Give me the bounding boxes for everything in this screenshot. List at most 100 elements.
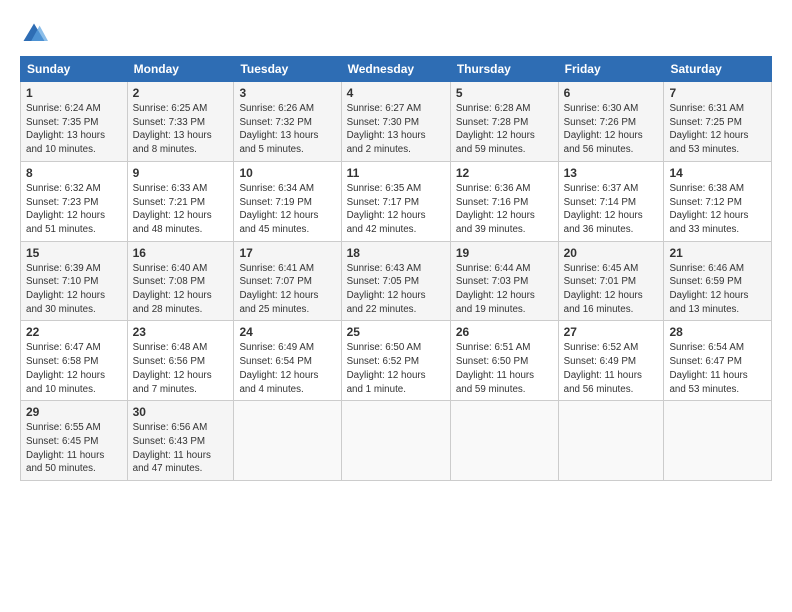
calendar-cell: 16 Sunrise: 6:40 AM Sunset: 7:08 PM Dayli… — [127, 241, 234, 321]
calendar-cell: 17 Sunrise: 6:41 AM Sunset: 7:07 PM Dayli… — [234, 241, 341, 321]
day-info: Sunrise: 6:44 AM Sunset: 7:03 PM Dayligh… — [456, 262, 553, 317]
day-number: 7 — [669, 86, 766, 100]
day-number: 14 — [669, 166, 766, 180]
calendar-day-header: Thursday — [450, 57, 558, 82]
calendar-day-header: Saturday — [664, 57, 772, 82]
calendar-cell: 7 Sunrise: 6:31 AM Sunset: 7:25 PM Daylig… — [664, 82, 772, 162]
day-info: Sunrise: 6:26 AM Sunset: 7:32 PM Dayligh… — [239, 102, 335, 157]
logo-icon — [20, 20, 48, 48]
day-number: 17 — [239, 246, 335, 260]
calendar-cell: 4 Sunrise: 6:27 AM Sunset: 7:30 PM Daylig… — [341, 82, 450, 162]
calendar-cell: 13 Sunrise: 6:37 AM Sunset: 7:14 PM Dayli… — [558, 161, 664, 241]
calendar-cell: 18 Sunrise: 6:43 AM Sunset: 7:05 PM Dayli… — [341, 241, 450, 321]
day-info: Sunrise: 6:25 AM Sunset: 7:33 PM Dayligh… — [133, 102, 229, 157]
day-number: 18 — [347, 246, 445, 260]
day-info: Sunrise: 6:43 AM Sunset: 7:05 PM Dayligh… — [347, 262, 445, 317]
day-info: Sunrise: 6:48 AM Sunset: 6:56 PM Dayligh… — [133, 341, 229, 396]
day-info: Sunrise: 6:41 AM Sunset: 7:07 PM Dayligh… — [239, 262, 335, 317]
calendar-cell: 3Sunrise: 6:26 AM Sunset: 7:32 PM Daylig… — [234, 82, 341, 162]
day-info: Sunrise: 6:34 AM Sunset: 7:19 PM Dayligh… — [239, 182, 335, 237]
day-number: 4 — [347, 86, 445, 100]
calendar-week-row: 29Sunrise: 6:55 AM Sunset: 6:45 PM Dayli… — [21, 401, 772, 481]
calendar-cell: 30 Sunrise: 6:56 AM Sunset: 6:43 PM Dayli… — [127, 401, 234, 481]
calendar-cell: 26 Sunrise: 6:51 AM Sunset: 6:50 PM Dayli… — [450, 321, 558, 401]
calendar-day-header: Wednesday — [341, 57, 450, 82]
calendar-cell: 24 Sunrise: 6:49 AM Sunset: 6:54 PM Dayli… — [234, 321, 341, 401]
calendar-cell: 23 Sunrise: 6:48 AM Sunset: 6:56 PM Dayli… — [127, 321, 234, 401]
day-number: 10 — [239, 166, 335, 180]
calendar-day-header: Friday — [558, 57, 664, 82]
calendar-cell: 11Sunrise: 6:35 AM Sunset: 7:17 PM Dayli… — [341, 161, 450, 241]
day-info: Sunrise: 6:49 AM Sunset: 6:54 PM Dayligh… — [239, 341, 335, 396]
calendar-header-row: SundayMondayTuesdayWednesdayThursdayFrid… — [21, 57, 772, 82]
calendar-cell — [664, 401, 772, 481]
day-number: 23 — [133, 325, 229, 339]
day-number: 13 — [564, 166, 659, 180]
calendar-day-header: Monday — [127, 57, 234, 82]
day-info: Sunrise: 6:24 AM Sunset: 7:35 PM Dayligh… — [26, 102, 122, 157]
day-info: Sunrise: 6:56 AM Sunset: 6:43 PM Dayligh… — [133, 421, 229, 476]
calendar-cell: 9 Sunrise: 6:33 AM Sunset: 7:21 PM Daylig… — [127, 161, 234, 241]
day-number: 28 — [669, 325, 766, 339]
day-number: 1 — [26, 86, 122, 100]
calendar-cell — [341, 401, 450, 481]
day-info: Sunrise: 6:38 AM Sunset: 7:12 PM Dayligh… — [669, 182, 766, 237]
day-info: Sunrise: 6:46 AM Sunset: 6:59 PM Dayligh… — [669, 262, 766, 317]
day-info: Sunrise: 6:33 AM Sunset: 7:21 PM Dayligh… — [133, 182, 229, 237]
calendar-cell: 27 Sunrise: 6:52 AM Sunset: 6:49 PM Dayli… — [558, 321, 664, 401]
calendar-cell: 22Sunrise: 6:47 AM Sunset: 6:58 PM Dayli… — [21, 321, 128, 401]
page: SundayMondayTuesdayWednesdayThursdayFrid… — [0, 0, 792, 612]
calendar-cell — [558, 401, 664, 481]
day-number: 20 — [564, 246, 659, 260]
calendar-cell: 2 Sunrise: 6:25 AM Sunset: 7:33 PM Daylig… — [127, 82, 234, 162]
day-number: 9 — [133, 166, 229, 180]
day-number: 19 — [456, 246, 553, 260]
day-number: 6 — [564, 86, 659, 100]
calendar-cell: 1 Sunrise: 6:24 AM Sunset: 7:35 PM Daylig… — [21, 82, 128, 162]
calendar-cell: 25 Sunrise: 6:50 AM Sunset: 6:52 PM Dayli… — [341, 321, 450, 401]
day-number: 25 — [347, 325, 445, 339]
day-number: 12 — [456, 166, 553, 180]
day-info: Sunrise: 6:45 AM Sunset: 7:01 PM Dayligh… — [564, 262, 659, 317]
day-info: Sunrise: 6:36 AM Sunset: 7:16 PM Dayligh… — [456, 182, 553, 237]
calendar-cell: 19 Sunrise: 6:44 AM Sunset: 7:03 PM Dayli… — [450, 241, 558, 321]
day-info: Sunrise: 6:28 AM Sunset: 7:28 PM Dayligh… — [456, 102, 553, 157]
day-number: 2 — [133, 86, 229, 100]
day-number: 26 — [456, 325, 553, 339]
day-info: Sunrise: 6:30 AM Sunset: 7:26 PM Dayligh… — [564, 102, 659, 157]
day-number: 5 — [456, 86, 553, 100]
calendar-day-header: Sunday — [21, 57, 128, 82]
calendar-week-row: 15Sunrise: 6:39 AM Sunset: 7:10 PM Dayli… — [21, 241, 772, 321]
calendar-week-row: 1 Sunrise: 6:24 AM Sunset: 7:35 PM Daylig… — [21, 82, 772, 162]
calendar-cell: 5 Sunrise: 6:28 AM Sunset: 7:28 PM Daylig… — [450, 82, 558, 162]
day-number: 27 — [564, 325, 659, 339]
calendar-cell: 6 Sunrise: 6:30 AM Sunset: 7:26 PM Daylig… — [558, 82, 664, 162]
day-number: 16 — [133, 246, 229, 260]
calendar-cell: 29Sunrise: 6:55 AM Sunset: 6:45 PM Dayli… — [21, 401, 128, 481]
calendar-cell: 14 Sunrise: 6:38 AM Sunset: 7:12 PM Dayli… — [664, 161, 772, 241]
calendar-day-header: Tuesday — [234, 57, 341, 82]
day-info: Sunrise: 6:37 AM Sunset: 7:14 PM Dayligh… — [564, 182, 659, 237]
day-number: 30 — [133, 405, 229, 419]
day-info: Sunrise: 6:35 AM Sunset: 7:17 PM Dayligh… — [347, 182, 445, 237]
calendar-cell: 15Sunrise: 6:39 AM Sunset: 7:10 PM Dayli… — [21, 241, 128, 321]
day-number: 24 — [239, 325, 335, 339]
calendar-cell: 12 Sunrise: 6:36 AM Sunset: 7:16 PM Dayli… — [450, 161, 558, 241]
calendar-week-row: 22Sunrise: 6:47 AM Sunset: 6:58 PM Dayli… — [21, 321, 772, 401]
day-info: Sunrise: 6:50 AM Sunset: 6:52 PM Dayligh… — [347, 341, 445, 396]
calendar-cell: 28 Sunrise: 6:54 AM Sunset: 6:47 PM Dayli… — [664, 321, 772, 401]
day-info: Sunrise: 6:52 AM Sunset: 6:49 PM Dayligh… — [564, 341, 659, 396]
logo — [20, 20, 51, 48]
day-info: Sunrise: 6:31 AM Sunset: 7:25 PM Dayligh… — [669, 102, 766, 157]
day-number: 22 — [26, 325, 122, 339]
calendar-cell: 10 Sunrise: 6:34 AM Sunset: 7:19 PM Dayli… — [234, 161, 341, 241]
calendar-cell: 21 Sunrise: 6:46 AM Sunset: 6:59 PM Dayli… — [664, 241, 772, 321]
day-info: Sunrise: 6:40 AM Sunset: 7:08 PM Dayligh… — [133, 262, 229, 317]
day-info: Sunrise: 6:27 AM Sunset: 7:30 PM Dayligh… — [347, 102, 445, 157]
calendar-cell: 8Sunrise: 6:32 AM Sunset: 7:23 PM Daylig… — [21, 161, 128, 241]
day-number: 21 — [669, 246, 766, 260]
day-info: Sunrise: 6:32 AM Sunset: 7:23 PM Dayligh… — [26, 182, 122, 237]
day-info: Sunrise: 6:51 AM Sunset: 6:50 PM Dayligh… — [456, 341, 553, 396]
calendar-table: SundayMondayTuesdayWednesdayThursdayFrid… — [20, 56, 772, 481]
day-info: Sunrise: 6:54 AM Sunset: 6:47 PM Dayligh… — [669, 341, 766, 396]
